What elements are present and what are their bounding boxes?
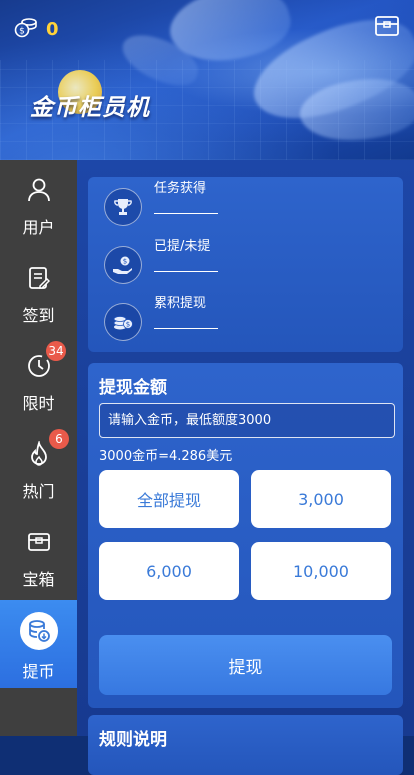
stat-accumulated: $ 累积提现	[104, 296, 218, 342]
sidebar-item-label: 用户	[22, 218, 55, 237]
sidebar-item-user[interactable]: 用户	[0, 160, 77, 248]
amount-6000-button[interactable]: 6,000	[99, 542, 239, 600]
sidebar-item-label: 签到	[22, 306, 55, 325]
svg-text:$: $	[126, 321, 130, 329]
hot-badge: 6	[49, 429, 69, 449]
exchange-rate-text: 3000金币=4.286美元	[99, 449, 233, 464]
coin-count: 0	[46, 18, 59, 40]
sidebar-item-label: 提币	[22, 662, 55, 681]
rules-title: 规则说明	[99, 730, 167, 750]
user-icon	[25, 176, 53, 204]
stat-label: 累积提现	[154, 296, 207, 311]
chest-icon	[375, 16, 399, 36]
stat-withdrawn-pending: $ 已提/未提	[104, 239, 218, 285]
sidebar-item-label: 限时	[22, 394, 55, 413]
chest-icon	[25, 528, 53, 556]
stat-value-underline	[154, 271, 218, 272]
checkin-icon	[25, 264, 53, 292]
limited-badge: 34	[46, 341, 66, 361]
fire-icon	[25, 440, 53, 468]
sidebar-item-chest[interactable]: 宝箱	[0, 512, 77, 600]
svg-text:$: $	[123, 258, 127, 266]
sidebar-item-label: 热门	[22, 482, 55, 501]
app-logo: 金币柜员机	[30, 95, 150, 121]
amount-all-button[interactable]: 全部提现	[99, 470, 239, 528]
withdraw-panel: 提现金额 请输入金币，最低额度3000 3000金币=4.286美元 全部提现 …	[88, 363, 403, 708]
coins-icon: $	[14, 16, 38, 42]
stat-value-underline	[154, 213, 218, 214]
sidebar: 用户 签到 限时 热门 宝箱 提币 34 6	[0, 160, 77, 736]
chest-button[interactable]	[374, 14, 400, 38]
withdraw-title: 提现金额	[99, 378, 167, 398]
withdraw-coins-icon	[19, 612, 58, 650]
withdraw-submit-button[interactable]: 提现	[99, 635, 392, 695]
hand-coin-icon: $	[104, 246, 142, 284]
sidebar-item-checkin[interactable]: 签到	[0, 248, 77, 336]
coin-stack-icon: $	[104, 303, 142, 341]
amount-3000-button[interactable]: 3,000	[251, 470, 391, 528]
main-content: 任务获得 $ 已提/未提 $ 累积提现 提现金额 请输入金币，最低额度3000 …	[77, 160, 414, 775]
trophy-icon	[104, 188, 142, 226]
stat-value-underline	[154, 328, 218, 329]
stat-label: 任务获得	[154, 181, 207, 196]
svg-text:$: $	[19, 27, 25, 37]
sidebar-item-withdraw[interactable]: 提币	[0, 600, 77, 688]
coin-amount-input[interactable]: 请输入金币，最低额度3000	[99, 403, 395, 438]
header-banner: $ 0 金币柜员机	[0, 0, 414, 160]
sidebar-item-label: 宝箱	[22, 570, 55, 589]
stat-task-earned: 任务获得	[104, 181, 218, 227]
amount-10000-button[interactable]: 10,000	[251, 542, 391, 600]
stats-panel: 任务获得 $ 已提/未提 $ 累积提现	[88, 177, 403, 352]
coin-balance: $ 0	[14, 16, 59, 42]
stat-label: 已提/未提	[154, 239, 211, 254]
rules-panel: 规则说明	[88, 715, 403, 775]
